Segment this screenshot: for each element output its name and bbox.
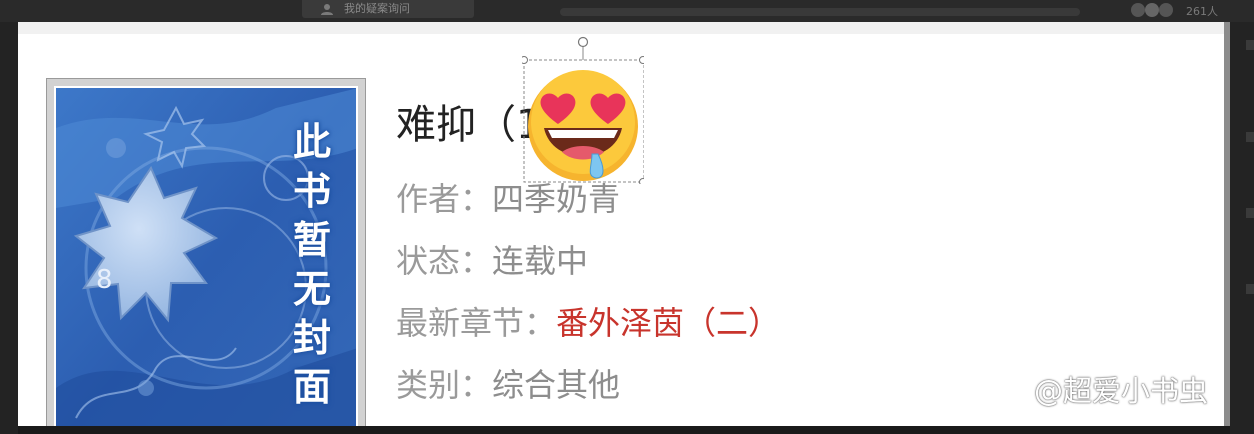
card-scrollbar[interactable] <box>1224 22 1230 426</box>
card-top-bar <box>18 22 1230 34</box>
background-tab: 我的疑案询问 <box>302 0 474 18</box>
status-row: 状态：连载中 <box>396 236 588 282</box>
watermark: @超爱小书虫 <box>1002 368 1208 410</box>
background-tab-label: 我的疑案询问 <box>344 2 410 15</box>
background-user-count-area: 261人 <box>1130 0 1254 22</box>
cover-image: 8 此书暂无封面 <box>54 86 358 426</box>
latest-chapter-row: 最新章节：番外泽茵（二） <box>396 298 780 344</box>
rotate-handle <box>577 36 589 48</box>
author-label: 作者： <box>396 180 493 218</box>
resize-handle <box>639 56 644 64</box>
category-label: 类别： <box>396 366 493 404</box>
background-blurred-text <box>560 8 1080 16</box>
emoji-sticker[interactable] <box>522 36 644 184</box>
category-value: 综合其他 <box>492 366 621 404</box>
background-right-edge <box>1230 22 1254 434</box>
user-icon <box>321 4 333 15</box>
heart-eyes-emoji-icon <box>528 70 638 181</box>
latest-chapter-label: 最新章节： <box>396 304 557 342</box>
background-left-edge <box>0 22 18 434</box>
cover-placeholder-text: 此书暂无封面 <box>292 120 331 409</box>
latest-chapter-link[interactable]: 番外泽茵（二） <box>556 304 780 342</box>
resize-handle <box>639 178 644 184</box>
category-row: 类别：综合其他 <box>396 360 620 406</box>
svg-text:8: 8 <box>96 265 113 295</box>
author-name[interactable]: 四季奶青 <box>492 180 620 218</box>
resize-handle <box>522 56 528 64</box>
status-value: 连载中 <box>492 242 589 280</box>
watermark-text: @超爱小书虫 <box>1034 374 1209 408</box>
book-cover[interactable]: 8 此书暂无封面 <box>46 78 366 426</box>
status-label: 状态： <box>396 242 493 280</box>
background-page-header: 我的疑案询问 261人 <box>0 0 1254 22</box>
background-user-count: 261人 <box>1186 5 1218 18</box>
avatars-icon <box>1131 3 1173 17</box>
paw-icon <box>1003 376 1033 404</box>
